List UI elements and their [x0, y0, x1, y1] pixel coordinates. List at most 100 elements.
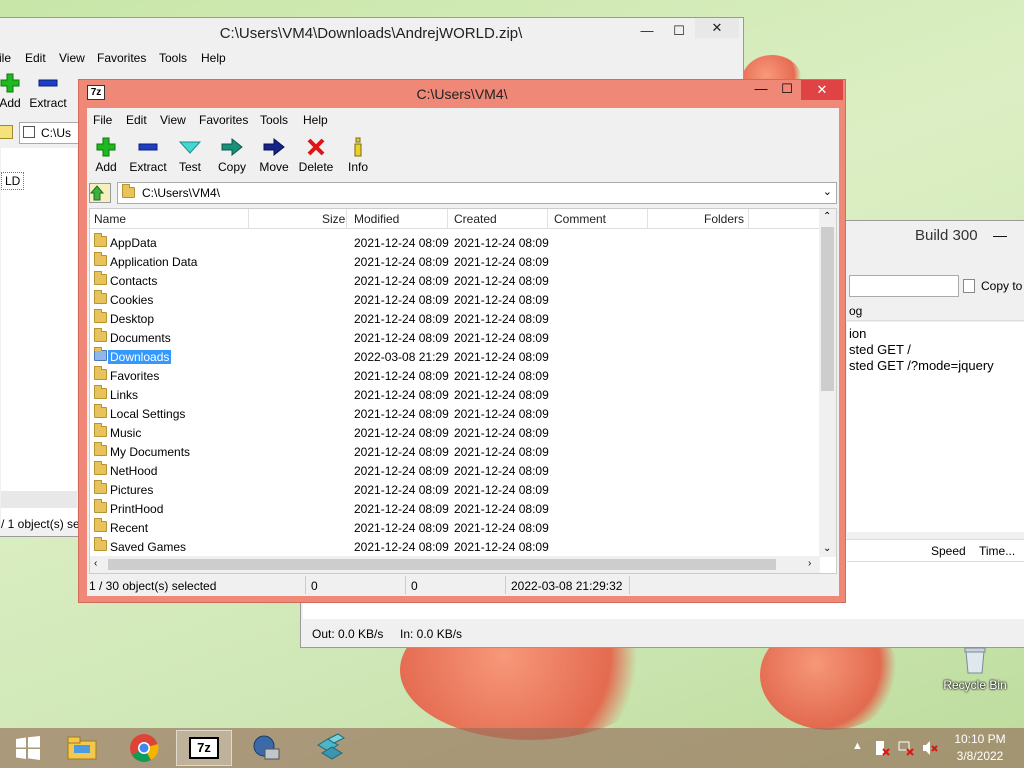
server-input[interactable]	[849, 275, 959, 297]
col-size[interactable]: Size	[322, 212, 345, 226]
scroll-up-icon[interactable]: ⌃	[823, 211, 831, 222]
bg-titlebar[interactable]: C:\Users\VM4\Downloads\AndrejWORLD.zip\ …	[0, 18, 743, 48]
folder-icon	[122, 184, 135, 198]
bg-extract-button[interactable]: Extract	[27, 70, 69, 110]
minimize-button[interactable]: —	[747, 81, 775, 96]
clock[interactable]: 10:10 PM 3/8/2022	[952, 732, 1008, 763]
7zip-taskbar-button[interactable]: 7z	[176, 730, 232, 766]
recycle-bin[interactable]: Recycle Bin	[940, 645, 1010, 701]
col-speed[interactable]: Speed	[931, 544, 966, 558]
table-row[interactable]: Local Settings 2021-12-24 08:09 2021-12-24…	[90, 404, 820, 423]
table-row[interactable]: My Documents 2021-12-24 08:09 2021-12-24 0…	[90, 442, 820, 461]
registry-app-button[interactable]	[302, 730, 358, 766]
move-arrow-icon	[253, 134, 295, 160]
network-icon[interactable]	[898, 740, 914, 756]
copy-button[interactable]: Copy	[211, 134, 253, 174]
horizontal-scrollbar[interactable]: ‹ ›	[90, 556, 820, 573]
test-button[interactable]: Test	[169, 134, 211, 174]
table-row[interactable]: Cookies 2021-12-24 08:09 2021-12-24 08:09	[90, 290, 820, 309]
menu-view[interactable]: View	[59, 51, 85, 65]
table-row[interactable]: PrintHood 2021-12-24 08:09 2021-12-24 08:0…	[90, 499, 820, 518]
row-name: PrintHood	[110, 502, 164, 516]
col-name[interactable]: Name	[94, 212, 126, 226]
menu-help[interactable]: Help	[303, 113, 328, 127]
row-name: Music	[110, 426, 142, 440]
row-created: 2021-12-24 08:09	[454, 331, 549, 345]
move-button[interactable]: Move	[253, 134, 295, 174]
table-row[interactable]: Desktop 2021-12-24 08:09 2021-12-24 08:09	[90, 309, 820, 328]
bg-address-bar[interactable]: C:\Us	[0, 122, 89, 144]
log-line: sted GET /?mode=jquery	[849, 358, 994, 373]
minus-icon	[27, 70, 69, 96]
table-row[interactable]: Contacts 2021-12-24 08:09 2021-12-24 08:09	[90, 271, 820, 290]
menu-file[interactable]: ile	[0, 51, 11, 65]
close-button[interactable]: ✕	[801, 80, 843, 100]
table-row[interactable]: AppData 2021-12-24 08:09 2021-12-24 08:09	[90, 233, 820, 252]
zip-icon	[23, 126, 35, 138]
scroll-right-icon[interactable]: ›	[808, 558, 811, 569]
address-text: C:\Users\VM4\	[142, 186, 221, 200]
table-row[interactable]: Favorites 2021-12-24 08:09 2021-12-24 08:0…	[90, 366, 820, 385]
folder-icon	[94, 366, 107, 380]
row-created: 2021-12-24 08:09	[454, 483, 549, 497]
scroll-left-icon[interactable]: ‹	[94, 558, 97, 569]
folder-icon	[94, 480, 107, 494]
menu-help[interactable]: Help	[201, 51, 226, 65]
col-modified[interactable]: Modified	[354, 212, 399, 226]
file-list[interactable]: Name Size Modified Created Comment Folde…	[89, 208, 837, 574]
add-button[interactable]: Add	[85, 134, 127, 174]
table-row[interactable]: NetHood 2021-12-24 08:09 2021-12-24 08:09	[90, 461, 820, 480]
chevron-down-icon[interactable]: ⌄	[823, 185, 832, 198]
start-button[interactable]	[0, 730, 56, 766]
bg-hscroll[interactable]	[1, 491, 77, 508]
info-button[interactable]: Info	[337, 134, 379, 174]
menu-tools[interactable]: Tools	[260, 113, 288, 127]
table-row[interactable]: Recent 2021-12-24 08:09 2021-12-24 08:09	[90, 518, 820, 537]
menu-view[interactable]: View	[160, 113, 186, 127]
col-folders[interactable]: Folders	[704, 212, 744, 226]
bg-file-list[interactable]: LD	[1, 148, 77, 528]
main-7zip-window[interactable]: 7z C:\Users\VM4\ — ☐ ✕ File Edit View Fa…	[78, 79, 846, 603]
table-row[interactable]: Pictures 2021-12-24 08:09 2021-12-24 08:09	[90, 480, 820, 499]
up-folder-button[interactable]	[89, 183, 111, 203]
table-row[interactable]: Application Data 2021-12-24 08:09 2021-12-…	[90, 252, 820, 271]
network-app-button[interactable]	[238, 730, 294, 766]
maximize-button[interactable]: ☐	[665, 21, 693, 41]
table-row[interactable]: Saved Games 2021-12-24 08:09 2021-12-24 08…	[90, 537, 820, 556]
show-hidden-icons[interactable]: ▲	[852, 740, 863, 752]
menu-file[interactable]: File	[93, 113, 112, 127]
table-row[interactable]: Downloads 2022-03-08 21:29 2021-12-24 08:0…	[90, 347, 820, 366]
file-explorer-button[interactable]	[54, 730, 110, 766]
col-time[interactable]: Time...	[979, 544, 1015, 558]
minimize-button[interactable]: —	[993, 227, 1007, 243]
menu-favorites[interactable]: Favorites	[97, 51, 146, 65]
col-created[interactable]: Created	[454, 212, 497, 226]
up-folder-icon[interactable]	[0, 125, 13, 139]
vertical-scrollbar[interactable]: ⌃ ⌄	[819, 209, 836, 557]
minimize-button[interactable]: —	[633, 21, 661, 41]
delete-button[interactable]: Delete	[295, 134, 337, 174]
bg-list-item[interactable]: LD	[1, 172, 25, 190]
table-row[interactable]: Links 2021-12-24 08:09 2021-12-24 08:09	[90, 385, 820, 404]
hscroll-thumb[interactable]	[108, 559, 776, 570]
table-row[interactable]: Documents 2021-12-24 08:09 2021-12-24 08:0…	[90, 328, 820, 347]
status-bar: 1 / 30 object(s) selected 0 0 2022-03-08…	[87, 574, 839, 596]
extract-button[interactable]: Extract	[127, 134, 169, 174]
scroll-thumb[interactable]	[821, 227, 834, 391]
menu-tools[interactable]: Tools	[159, 51, 187, 65]
volume-muted-icon[interactable]	[922, 740, 938, 756]
menu-edit[interactable]: Edit	[25, 51, 46, 65]
col-comment[interactable]: Comment	[554, 212, 606, 226]
action-center-icon[interactable]	[874, 740, 890, 756]
copy-icon	[963, 279, 975, 293]
copy-to-button[interactable]: Copy to	[961, 275, 1024, 297]
maximize-button[interactable]: ☐	[773, 81, 801, 97]
menu-favorites[interactable]: Favorites	[199, 113, 248, 127]
log-line: sted GET /	[849, 342, 911, 357]
scroll-down-icon[interactable]: ⌄	[823, 543, 831, 554]
address-bar[interactable]: C:\Users\VM4\ ⌄	[117, 182, 837, 204]
menu-edit[interactable]: Edit	[126, 113, 147, 127]
close-button[interactable]: ✕	[695, 18, 739, 38]
chrome-button[interactable]	[116, 730, 172, 766]
table-row[interactable]: Music 2021-12-24 08:09 2021-12-24 08:09	[90, 423, 820, 442]
